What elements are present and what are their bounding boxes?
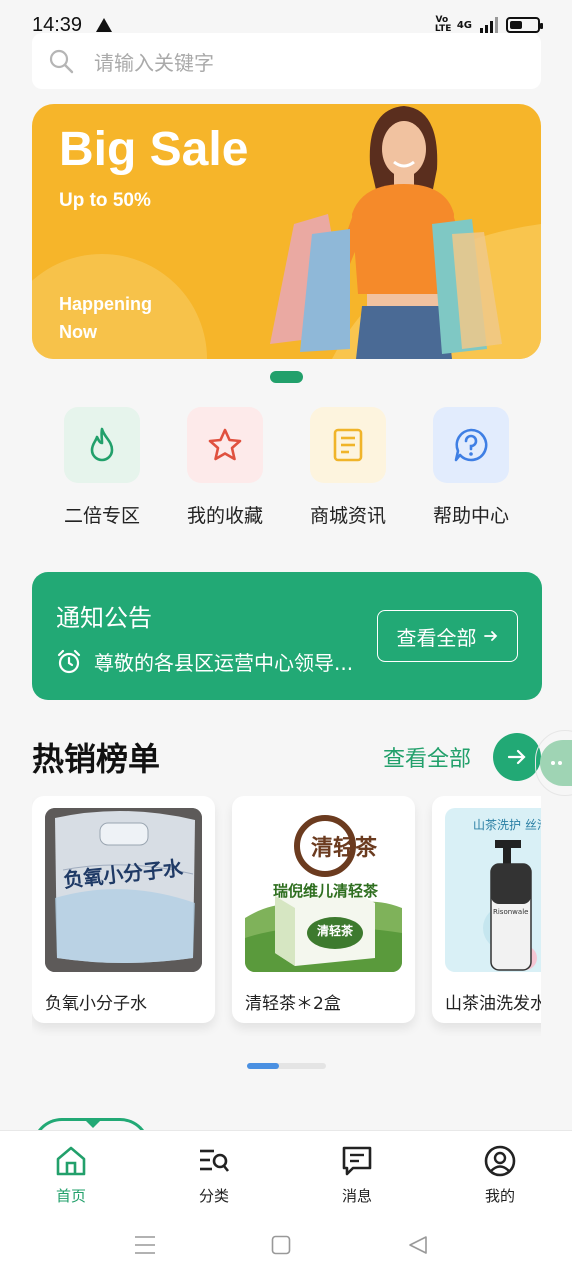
notice-row[interactable]: 尊敬的各县区运营中心领导... [56, 647, 353, 676]
banner-subtitle: Up to 50% [59, 190, 151, 211]
product-card[interactable]: 负氧小分子水 负氧小分子水 [32, 796, 215, 1023]
product-name: 山茶油洗发水 [445, 994, 541, 1014]
quick-link-help[interactable]: 帮助中心 [426, 407, 516, 528]
back-icon[interactable] [408, 1235, 428, 1255]
carousel-scroll-indicator [247, 1063, 326, 1069]
status-icons: Vo LTE 4G [434, 15, 543, 34]
news-icon [333, 428, 363, 462]
tab-label: 我的 [484, 1187, 515, 1205]
hot-list-title: 热销榜单 [32, 740, 161, 778]
product-image: 山茶洗护 丝滑 Risonwale [445, 808, 541, 972]
quick-link-label: 我的收藏 [186, 505, 263, 527]
profile-icon [484, 1145, 516, 1177]
battery-icon [506, 17, 543, 33]
notice-card[interactable]: 通知公告 尊敬的各县区运营中心领导... 查看全部 [32, 572, 542, 700]
arrow-right-icon [507, 749, 526, 765]
quick-link-label: 二倍专区 [63, 505, 140, 527]
notice-text: 尊敬的各县区运营中心领导... [94, 651, 354, 675]
tab-label: 消息 [341, 1187, 372, 1205]
banner-title: Big Sale [59, 123, 249, 176]
notice-title: 通知公告 [56, 604, 152, 632]
hot-list-view-all[interactable]: 查看全部 [383, 741, 471, 773]
product-image: 清轻茶 瑞倪维儿清轻茶 清轻茶 [245, 808, 402, 972]
arrow-right-icon [483, 631, 497, 641]
product-card[interactable]: 清轻茶 瑞倪维儿清轻茶 清轻茶 清轻茶＊2盒 [232, 796, 415, 1023]
bottom-tab-bar: 首页 分类 消息 我的 [0, 1130, 572, 1208]
tab-home[interactable]: 首页 [31, 1143, 111, 1206]
signal-icon [480, 17, 498, 33]
product-image-text: 山茶洗护 丝滑 [473, 818, 541, 832]
product-card[interactable]: 山茶洗护 丝滑 Risonwale 山茶油洗发水 [432, 796, 541, 1023]
quick-link-double-zone[interactable]: 二倍专区 [57, 407, 147, 528]
search-bar[interactable]: 请输入关键字 [32, 33, 541, 89]
tab-messages[interactable]: 消息 [317, 1143, 397, 1206]
volte-icon: Vo LTE [434, 15, 452, 34]
flame-icon [90, 427, 114, 462]
help-icon [454, 428, 488, 462]
banner-pagination-dot[interactable] [270, 371, 303, 383]
quick-link-label: 商城资讯 [309, 505, 386, 527]
quick-link-label: 帮助中心 [432, 505, 509, 527]
hot-list-arrow-button[interactable] [493, 733, 541, 781]
tab-category[interactable]: 分类 [174, 1143, 254, 1206]
tab-notch-icon [83, 1118, 103, 1128]
product-name: 清轻茶＊2盒 [245, 994, 341, 1014]
news-icon-tile [310, 407, 386, 483]
alarm-clock-icon [57, 649, 81, 673]
network-type: 4G [456, 19, 472, 31]
tab-profile[interactable]: 我的 [460, 1143, 540, 1206]
star-icon [208, 428, 242, 461]
quick-link-news[interactable]: 商城资讯 [303, 407, 393, 528]
warning-icon [96, 18, 113, 32]
search-input[interactable]: 请输入关键字 [94, 47, 214, 76]
message-icon [342, 1146, 372, 1176]
quick-link-favorites[interactable]: 我的收藏 [180, 407, 270, 528]
banner-tagline: Happening Now [59, 294, 152, 342]
product-image: 负氧小分子水 [45, 808, 202, 972]
tab-label: 分类 [198, 1187, 229, 1205]
product-box-text: 清轻茶 [317, 924, 354, 938]
star-icon-tile [187, 407, 263, 483]
category-icon [200, 1149, 230, 1172]
search-icon [49, 49, 74, 74]
product-seal-text: 清轻茶 [311, 836, 378, 861]
flame-icon-tile [64, 407, 140, 483]
hot-products-carousel[interactable]: 负氧小分子水 负氧小分子水 清轻茶 瑞倪维儿清轻茶 清轻茶 清轻茶＊2盒 山茶洗… [32, 796, 541, 1036]
home-button-icon[interactable] [271, 1235, 291, 1255]
help-icon-tile [433, 407, 509, 483]
product-name: 负氧小分子水 [45, 994, 147, 1014]
notice-view-all-label: 查看全部 [396, 625, 477, 650]
product-bottle-text: Risonwale [493, 908, 529, 916]
tab-label: 首页 [55, 1187, 86, 1205]
system-navigation-bar [0, 1208, 572, 1280]
promo-banner[interactable]: Big Sale Up to 50% Happening Now [32, 104, 541, 359]
home-icon [56, 1146, 86, 1176]
menu-icon[interactable] [134, 1235, 156, 1255]
product-image-text: 瑞倪维儿清轻茶 [273, 882, 379, 900]
notice-view-all-button[interactable]: 查看全部 [377, 610, 518, 662]
